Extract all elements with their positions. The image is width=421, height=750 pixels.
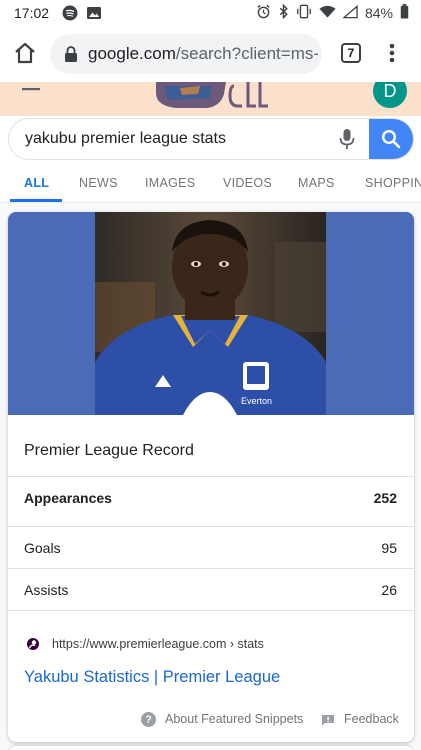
home-icon bbox=[15, 42, 35, 64]
help-icon[interactable]: ? bbox=[141, 712, 156, 727]
address-bar[interactable]: google.com/search?client=ms- bbox=[50, 34, 322, 74]
tab-news[interactable]: NEWS bbox=[79, 176, 118, 190]
url-text: google.com/search?client=ms- bbox=[88, 44, 318, 64]
tab-all[interactable]: ALL bbox=[24, 176, 49, 190]
voice-search-button[interactable] bbox=[337, 128, 357, 150]
stat-row-goals: Goals 95 bbox=[8, 526, 414, 569]
stat-row-appearances: Appearances 252 bbox=[8, 476, 414, 519]
tab-shopping[interactable]: SHOPPING bbox=[365, 176, 421, 190]
next-result-card bbox=[8, 746, 414, 750]
tab-videos[interactable]: VIDEOS bbox=[223, 176, 272, 190]
featured-snippet-card: Everton Premier League Record Appearance… bbox=[8, 212, 414, 742]
search-results-page: D yakubu premier league stats ALL NEWS I… bbox=[0, 82, 421, 750]
status-time: 17:02 bbox=[14, 5, 50, 21]
url-path: /search?client=ms- bbox=[175, 44, 318, 63]
battery-text: 84% bbox=[364, 5, 393, 21]
url-host: google.com bbox=[88, 44, 176, 63]
search-box[interactable]: yakubu premier league stats bbox=[8, 118, 414, 160]
status-bar: 17:02 84% bbox=[0, 0, 421, 26]
tab-maps[interactable]: MAPS bbox=[298, 176, 335, 190]
wifi-icon bbox=[319, 5, 336, 22]
snippet-title: Premier League Record bbox=[24, 442, 194, 459]
vibrate-icon bbox=[296, 4, 312, 22]
snippet-footer: ? About Featured Snippets Feedback bbox=[8, 708, 414, 732]
doodle-header: D bbox=[0, 82, 421, 116]
image-icon bbox=[86, 5, 102, 26]
battery-icon bbox=[400, 4, 409, 22]
hamburger-menu-icon[interactable] bbox=[22, 82, 40, 91]
bluetooth-icon bbox=[278, 3, 289, 22]
feedback-link[interactable]: Feedback bbox=[344, 712, 399, 726]
player-photo[interactable]: Everton bbox=[95, 212, 326, 415]
search-icon bbox=[381, 129, 401, 149]
stat-label: Goals bbox=[24, 540, 61, 556]
search-tabs: ALL NEWS IMAGES VIDEOS MAPS SHOPPING bbox=[0, 164, 421, 203]
microphone-icon bbox=[339, 129, 355, 149]
tab-switcher-button[interactable]: 7 bbox=[341, 43, 361, 63]
stat-label: Appearances bbox=[24, 490, 112, 506]
source-url[interactable]: https://www.premierleague.com › stats bbox=[52, 637, 264, 651]
result-title-link[interactable]: Yakubu Statistics | Premier League bbox=[24, 668, 280, 687]
overflow-menu-button[interactable] bbox=[388, 42, 396, 64]
search-input[interactable]: yakubu premier league stats bbox=[25, 130, 226, 148]
feedback-icon[interactable] bbox=[321, 713, 335, 726]
signal-icon bbox=[342, 4, 358, 22]
jersey-sponsor-text: Everton bbox=[241, 396, 272, 406]
divider bbox=[8, 610, 414, 612]
spotify-icon bbox=[62, 5, 78, 26]
browser-toolbar: google.com/search?client=ms- 7 bbox=[0, 26, 421, 82]
stat-value: 26 bbox=[381, 582, 397, 598]
active-tab-indicator bbox=[10, 199, 62, 202]
account-avatar[interactable]: D bbox=[373, 82, 407, 108]
stat-value: 95 bbox=[381, 540, 397, 556]
premier-league-favicon-icon bbox=[26, 637, 40, 651]
stat-value: 252 bbox=[373, 490, 397, 506]
snippet-hero: Everton bbox=[8, 212, 414, 415]
more-vert-icon bbox=[389, 43, 395, 63]
tab-images[interactable]: IMAGES bbox=[145, 176, 195, 190]
home-button[interactable] bbox=[12, 40, 38, 66]
stat-label: Assists bbox=[24, 582, 69, 598]
stat-row-assists: Assists 26 bbox=[8, 568, 414, 611]
alarm-icon bbox=[256, 4, 271, 22]
about-featured-snippets-link[interactable]: About Featured Snippets bbox=[165, 712, 303, 726]
search-button[interactable] bbox=[369, 119, 413, 159]
lock-icon bbox=[64, 46, 78, 62]
google-doodle-logo[interactable] bbox=[154, 82, 272, 110]
